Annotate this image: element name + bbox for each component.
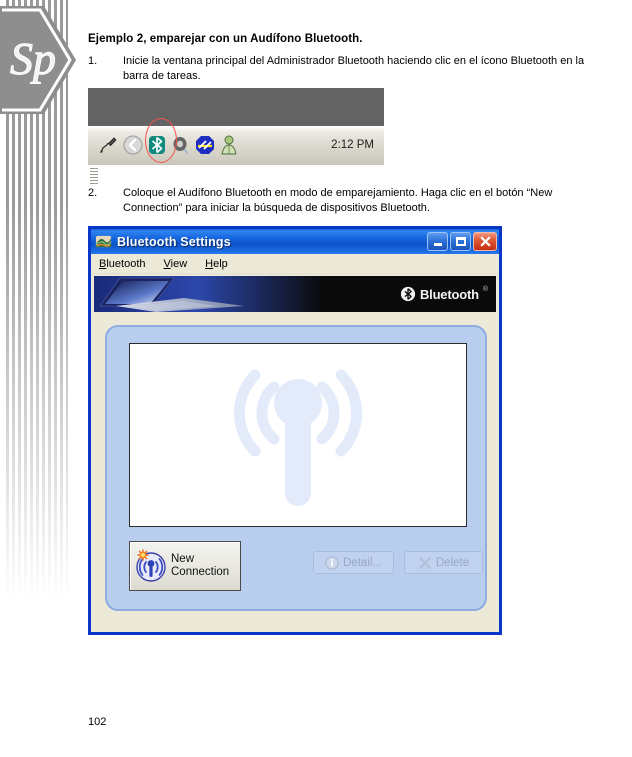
network-activity-icon[interactable] [194,134,216,156]
bluetooth-logo-icon [400,286,416,302]
page-number: 102 [88,716,107,728]
new-connection-label: New Connection [171,553,229,579]
step-text: Inicie la ventana principal del Administ… [123,55,585,82]
show-hidden-icons-chevron-icon[interactable] [122,134,144,156]
step-item-2: 2. Coloque el Audífono Bluetooth en modo… [88,186,608,216]
document-body: Ejemplo 2, emparejar con un Audífono Blu… [88,0,608,84]
document-body-step2: 2. Coloque el Audífono Bluetooth en modo… [88,186,608,216]
bluetooth-settings-app-icon [95,235,112,248]
detail-button[interactable]: Detail... [313,551,394,574]
device-list[interactable] [129,343,467,527]
new-connection-label-line1: New [171,553,195,565]
menu-item-bluetooth[interactable]: Bluetooth [99,258,146,270]
bluetooth-settings-window: Bluetooth Settings Bluetooth View Help B… [88,226,502,635]
taskbar-clock: 2:12 PM [331,139,374,151]
antenna-broadcast-watermark [233,369,363,506]
svg-text:Sp: Sp [10,33,56,84]
desktop-background [88,88,384,126]
user-account-icon[interactable] [218,134,240,156]
bluetooth-banner: Bluetooth ® [94,276,496,312]
taskbar-figure: 2:12 PM [88,88,384,184]
page-title: Ejemplo 2, emparejar con un Audífono Blu… [88,33,363,45]
left-page-decoration: Sp [0,0,80,600]
info-icon [325,556,339,569]
device-panel: New Connection Detail... Delete [105,325,487,611]
new-connection-label-line2: Connection [171,566,230,578]
menu-bar: Bluetooth View Help [91,254,499,274]
starburst [137,549,149,561]
menu-item-help[interactable]: Help [205,258,228,270]
bluetooth-brand-text: Bluetooth [419,286,479,302]
x-delete-icon [419,556,431,569]
detail-button-label: Detail... [343,556,382,569]
step-number: 1. [88,55,98,67]
close-button[interactable] [473,232,497,251]
bluetooth-brand-logo: Bluetooth ® [400,276,488,312]
laptop-photo [94,276,324,312]
menu-item-view[interactable]: View [164,258,188,270]
delete-button[interactable]: Delete [404,551,483,574]
registered-mark: ® [482,286,488,293]
pen-tablet-icon[interactable] [98,134,120,156]
step-item-1: 1. Inicie la ventana principal del Admin… [88,54,608,84]
delete-button-label: Delete [435,556,470,569]
window-title: Bluetooth Settings [117,234,231,249]
red-ellipse-annotation [145,118,177,163]
maximize-button[interactable] [450,232,471,251]
action-button-bar: New Connection Detail... Delete [129,541,483,593]
sp-logo: Sp [0,6,76,114]
step-number: 2. [88,187,98,199]
step-text: Coloque el Audífono Bluetooth en modo de… [123,187,553,214]
minimize-button[interactable] [427,232,448,251]
antenna-new-connection-icon [136,549,166,582]
new-connection-button[interactable]: New Connection [129,541,241,591]
window-titlebar: Bluetooth Settings [91,229,499,254]
taskbar-grip-handle [90,168,98,184]
